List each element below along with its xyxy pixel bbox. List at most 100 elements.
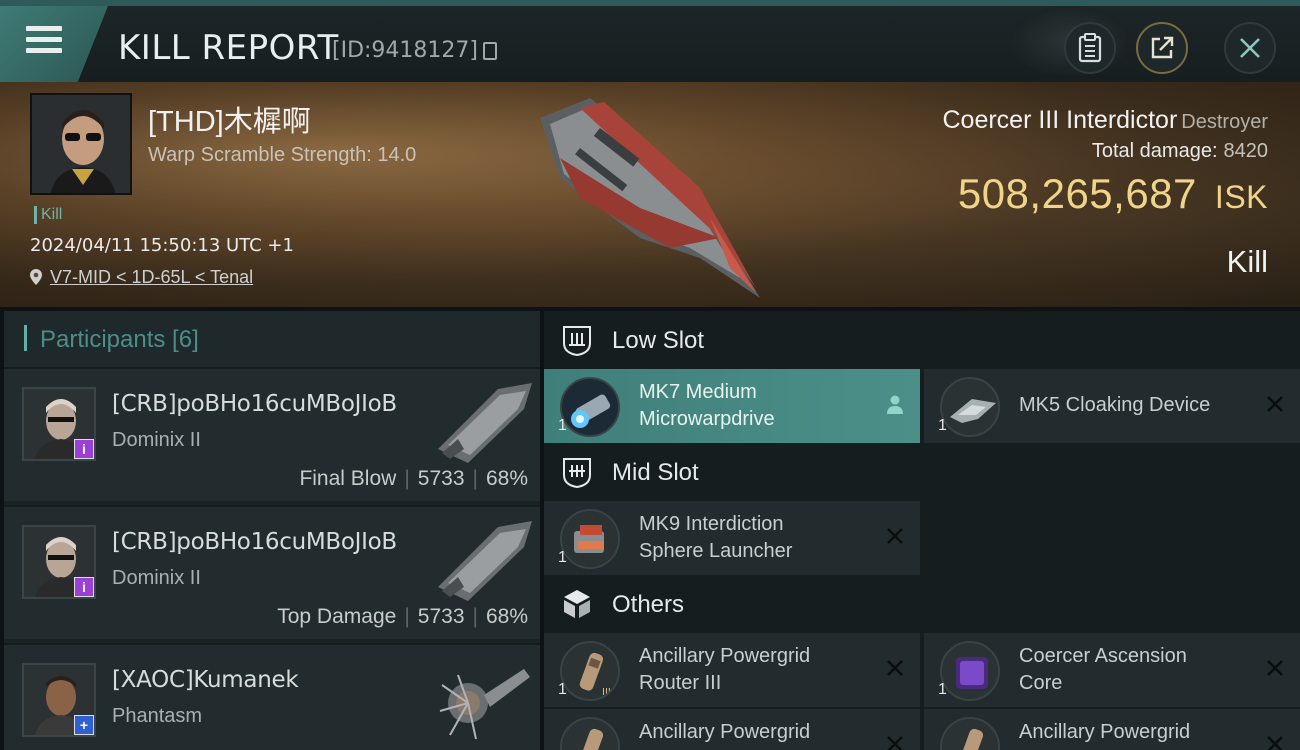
kill-tag: Kill (34, 206, 62, 224)
participant-ship: Dominix II (112, 429, 201, 451)
report-id: [ID:9418127] (332, 38, 478, 63)
mid-slot-label: Mid Slot (612, 459, 699, 486)
close-button[interactable] (1224, 22, 1276, 74)
participant-ship-image (438, 383, 532, 463)
kill-datetime: 2024/04/11 15:50:13 UTC +1 (30, 235, 294, 256)
module-item[interactable]: 1 MK7 Medium Microwarpdrive (544, 369, 920, 443)
module-quantity: 1 (558, 549, 567, 566)
destroyed-x-icon (1267, 660, 1283, 676)
module-name-line1: MK9 Interdiction (639, 513, 784, 535)
page-title: KILL REPORT (118, 28, 339, 68)
participant-ship: Dominix II (112, 567, 201, 589)
top-bar: KILL REPORT [ID:9418127] (0, 0, 1300, 82)
participant-ship-image (439, 669, 530, 740)
module-name: MK5 Cloaking Device (1019, 394, 1211, 416)
module-name-line2: Microwarpdrive (639, 408, 775, 430)
participant-row[interactable]: i [CRB]poBHo16cuMBoJIoB Dominix II Top D… (4, 505, 540, 639)
participants-title: Participants [6] (40, 326, 199, 353)
ship-name-text: Coercer III Interdictor (942, 106, 1178, 134)
destroyed-x-icon (887, 660, 903, 676)
participant-role: Final Blow (299, 467, 397, 490)
module-name-line2: Core (1019, 672, 1063, 694)
module-item[interactable]: Ancillary Powergrid (544, 709, 920, 750)
participant-row[interactable]: i [CRB]poBHo16cuMBoJIoB Dominix II Final… (4, 367, 540, 501)
warp-scramble-strength: Warp Scramble Strength: 14.0 (148, 144, 417, 166)
copy-icon[interactable] (483, 42, 497, 60)
module-name-line2: Router III (639, 672, 722, 694)
location-pin-icon (30, 269, 42, 285)
low-slot-icon (563, 326, 591, 357)
participant-row[interactable]: + [XAOC]Kumanek Phantasm (4, 643, 540, 750)
others-label: Others (612, 591, 685, 618)
module-item[interactable]: 1 MK9 Interdiction Sphere Launcher (544, 501, 920, 575)
others-header: Others (544, 575, 1300, 633)
module-name: Ancillary Powergrid (639, 721, 811, 743)
victim-ship-name: Coercer III Interdictor Destroyer (942, 106, 1268, 135)
location-link[interactable]: V7-MID < 1D-65L < Tenal (50, 267, 253, 287)
powergrid-router-icon: III (560, 641, 620, 701)
participant-percent: 68% (485, 605, 528, 628)
microwarpdrive-icon (560, 377, 620, 437)
module-item[interactable]: III 1 Ancillary Powergrid Router III (544, 633, 920, 707)
role-badge: + (74, 715, 94, 735)
victim-ship-image (540, 98, 760, 298)
participant-stats: Final Blow | 5733 | 68% (299, 467, 528, 490)
share-icon (1151, 36, 1174, 59)
participant-damage: 5733 (417, 605, 465, 628)
module-name: Coercer Ascension Core (1019, 643, 1249, 697)
participants-panel: Participants [6] i [CRB]poBHo16cuMBoJIoB… (4, 311, 540, 750)
victim-banner: [THD]木樨啊 Warp Scramble Strength: 14.0 Ki… (0, 82, 1300, 307)
participant-stats: Top Damage | 5733 | 68% (277, 605, 528, 628)
participant-ship-image (438, 521, 532, 601)
participants-header[interactable]: Participants [6] (4, 311, 540, 367)
module-item[interactable]: Ancillary Powergrid (924, 709, 1300, 750)
header-accent-bar (24, 325, 27, 351)
isk-amount: 508,265,687 (957, 170, 1197, 217)
close-icon (1240, 38, 1260, 58)
menu-icon (26, 26, 62, 56)
participant-name: [CRB]poBHo16cuMBoJIoB (112, 529, 397, 555)
fitting-panel: Low Slot 1 MK7 Medium Microwarpdrive 1 M… (544, 311, 1300, 750)
destroyed-x-icon (1267, 736, 1283, 750)
ship-class: Destroyer (1181, 111, 1268, 133)
menu-button[interactable] (0, 6, 108, 82)
person-icon[interactable] (884, 393, 906, 415)
svg-text:III: III (602, 687, 611, 698)
module-name: Ancillary Powergrid (1019, 721, 1191, 743)
module-name-line1: Ancillary Powergrid (639, 645, 811, 667)
clipboard-icon (1078, 33, 1102, 63)
result-label: Kill (1226, 244, 1268, 279)
module-quantity: 1 (938, 417, 947, 434)
victim-name: [THD]木樨啊 (148, 106, 311, 138)
clipboard-button[interactable] (1064, 22, 1116, 74)
module-quantity: 1 (938, 681, 947, 698)
module-name-line1: Coercer Ascension (1019, 645, 1187, 667)
participant-damage: 5733 (417, 467, 465, 490)
module-name: MK7 Medium Microwarpdrive (639, 379, 869, 433)
role-badge: i (74, 577, 94, 597)
low-slot-header: Low Slot (544, 311, 1300, 369)
ascension-core-icon (940, 641, 1000, 701)
module-name: MK9 Interdiction Sphere Launcher (639, 511, 869, 565)
module-item[interactable]: 1 MK5 Cloaking Device (924, 369, 1300, 443)
powergrid-router-icon (560, 717, 620, 750)
mid-slot-icon (563, 458, 591, 489)
total-damage-value: 8420 (1223, 140, 1269, 162)
share-button[interactable] (1136, 22, 1188, 74)
mid-slot-header: Mid Slot (544, 443, 1300, 501)
module-name-line2: Sphere Launcher (639, 540, 793, 562)
total-damage: Total damage: 8420 (1092, 140, 1268, 163)
participant-name: [CRB]poBHo16cuMBoJIoB (112, 391, 397, 417)
module-item[interactable]: 1 Coercer Ascension Core (924, 633, 1300, 707)
isk-value: 508,265,687 ISK (958, 170, 1268, 218)
participant-role: Top Damage (277, 605, 397, 628)
participant-ship: Phantasm (112, 705, 203, 727)
kill-location[interactable]: V7-MID < 1D-65L < Tenal (30, 267, 253, 288)
role-badge: i (74, 439, 94, 459)
victim-avatar[interactable] (30, 93, 132, 195)
powergrid-router-icon (940, 717, 1000, 750)
cloaking-device-icon (940, 377, 1000, 437)
module-quantity: 1 (558, 681, 567, 698)
destroyed-x-icon (887, 736, 903, 750)
destroyed-x-icon (1267, 396, 1283, 412)
